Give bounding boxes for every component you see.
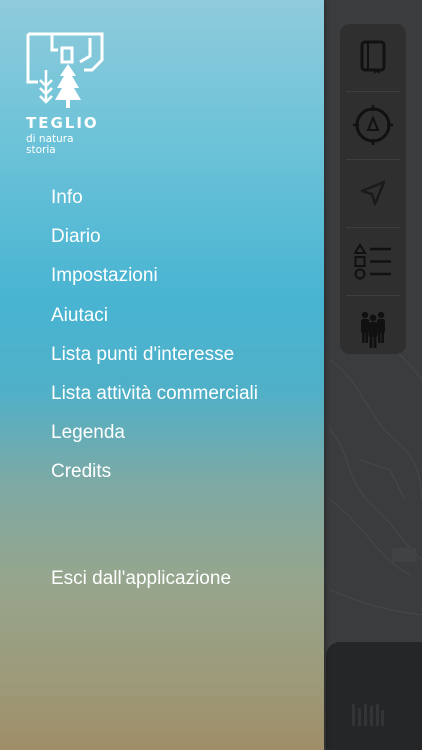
menu-item-diario[interactable]: Diario (51, 224, 258, 263)
drawer-menu: Info Diario Impostazioni Aiutaci Lista p… (51, 185, 258, 499)
teglio-logo-icon (26, 32, 104, 108)
menu-item-lista-punti-interesse[interactable]: Lista punti d'interesse (51, 342, 258, 381)
menu-item-info[interactable]: Info (51, 185, 258, 224)
compass-button[interactable] (340, 92, 406, 158)
notebook-button[interactable] (340, 24, 406, 90)
barcode-icon[interactable] (352, 702, 384, 728)
map-toolbar (340, 24, 406, 354)
group-button[interactable] (340, 296, 406, 362)
logo-subtitle: di natura storia (26, 134, 74, 156)
notebook-icon (360, 40, 386, 74)
group-people-icon (361, 311, 385, 348)
exit-app-button[interactable]: Esci dall'applicazione (51, 566, 231, 592)
legend-shapes-icon (354, 243, 391, 280)
menu-item-lista-attivita-commerciali[interactable]: Lista attività commerciali (51, 381, 258, 420)
logo-subtitle-line2: storia (26, 144, 56, 156)
legend-button[interactable] (340, 228, 406, 294)
location-button[interactable] (340, 160, 406, 226)
menu-item-legenda[interactable]: Legenda (51, 420, 258, 459)
location-arrow-icon (360, 180, 386, 206)
menu-item-credits[interactable]: Credits (51, 459, 258, 498)
compass-icon (353, 105, 393, 145)
logo-title: TEGLIO (26, 114, 99, 132)
navigation-drawer: TEGLIO di natura storia Info Diario Impo… (0, 0, 324, 750)
app-title: TEGLIO (26, 114, 99, 132)
bottom-panel (326, 642, 422, 750)
menu-item-impostazioni[interactable]: Impostazioni (51, 263, 258, 302)
menu-item-aiutaci[interactable]: Aiutaci (51, 303, 258, 342)
